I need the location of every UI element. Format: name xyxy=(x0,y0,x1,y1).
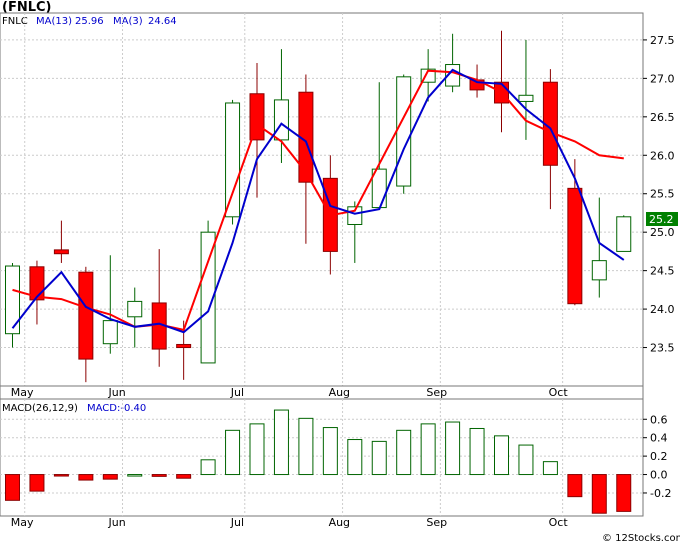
price-tick-label: 24.0 xyxy=(650,303,675,316)
macd-month-label: Jun xyxy=(108,516,126,529)
macd-tick-label: -0.2 xyxy=(650,487,671,500)
macd-bar-negative xyxy=(567,474,583,498)
ma3-label: MA(3) xyxy=(113,16,143,27)
macd-bar-positive xyxy=(225,429,241,476)
price-tick-label: 27.0 xyxy=(650,72,675,85)
macd-month-label: Jul xyxy=(230,516,244,529)
macd-bar-positive xyxy=(298,417,314,476)
candlestick-series xyxy=(5,30,632,383)
macd-tick-label: 0.2 xyxy=(650,450,668,463)
price-month-label: Jul xyxy=(230,386,244,399)
macd-bar-negative xyxy=(29,474,45,492)
macd-y-axis: -0.2 0.0 0.2 0.4 0.6 xyxy=(643,413,671,500)
ma3-value: 24.64 xyxy=(148,16,177,27)
macd-bar-negative xyxy=(151,474,167,477)
macd-month-label: May xyxy=(11,516,34,529)
macd-bar-positive xyxy=(469,427,485,476)
stock-chart: (FNLC) FNLC MA(13) 25.96 MA(3) 24.64 23.… xyxy=(0,0,680,544)
price-tick-label: 25.0 xyxy=(650,226,675,239)
price-month-label: Oct xyxy=(549,386,569,399)
price-tick-label: 26.0 xyxy=(650,149,675,162)
price-x-axis: May Jun Jul Aug Sep Oct xyxy=(11,386,569,399)
macd-bar-positive xyxy=(518,444,534,476)
macd-bar-positive xyxy=(542,461,558,476)
price-month-label: Jun xyxy=(108,386,126,399)
macd-month-label: Oct xyxy=(549,516,569,529)
macd-bar-positive xyxy=(420,423,436,476)
macd-bar-negative xyxy=(616,474,632,512)
candle-up xyxy=(518,94,534,102)
macd-bar-negative xyxy=(5,474,20,501)
macd-histogram xyxy=(5,409,632,514)
macd-bar-positive xyxy=(494,435,509,476)
ticker-label: FNLC xyxy=(2,16,28,27)
macd-label: MACD(26,12,9) xyxy=(2,403,78,414)
macd-bar-positive xyxy=(396,429,412,476)
last-price-badge-text: 25.2 xyxy=(649,213,674,226)
macd-bar-positive xyxy=(249,423,265,476)
site-credit: © 12Stocks.com xyxy=(602,533,680,544)
macd-bar-positive xyxy=(371,440,387,476)
candle-down xyxy=(249,93,265,141)
price-y-axis: 23.5 24.0 24.5 25.0 25.5 26.0 26.5 27.0 27.5 xyxy=(643,34,675,355)
macd-tick-label: 0.6 xyxy=(650,413,668,426)
price-month-label: Sep xyxy=(426,386,447,399)
macd-tick-label: 0.4 xyxy=(650,432,668,445)
price-tick-label: 24.5 xyxy=(650,265,675,278)
price-month-label: Aug xyxy=(329,386,350,399)
macd-bar-positive xyxy=(127,474,143,477)
ma13-line xyxy=(12,69,624,332)
candle-down xyxy=(176,343,192,349)
macd-bar-negative xyxy=(176,474,192,479)
candle-up xyxy=(102,320,118,345)
price-tick-label: 26.5 xyxy=(650,111,675,124)
macd-tick-label: 0.0 xyxy=(650,469,668,482)
price-tick-label: 27.5 xyxy=(650,34,675,47)
price-x-axis-strip xyxy=(0,385,644,400)
ma3-line xyxy=(11,68,625,334)
price-month-label: May xyxy=(11,386,34,399)
candle-up xyxy=(273,99,289,141)
candle-up xyxy=(616,216,632,252)
macd-value-label: MACD:-0.40 xyxy=(87,403,146,414)
candle-down xyxy=(53,249,69,255)
macd-bar-positive xyxy=(445,421,461,476)
macd-bar-negative xyxy=(591,474,607,514)
macd-bar-negative xyxy=(53,474,69,477)
macd-bar-positive xyxy=(273,409,289,476)
macd-month-label: Aug xyxy=(329,516,350,529)
candle-down xyxy=(78,271,94,360)
macd-bar-positive xyxy=(347,439,363,476)
candle-up xyxy=(127,300,143,318)
price-tick-label: 25.5 xyxy=(650,188,675,201)
price-tick-label: 23.5 xyxy=(650,342,675,355)
macd-bar-negative xyxy=(78,474,94,481)
ma13-label: MA(13) xyxy=(36,16,72,27)
macd-grid xyxy=(0,399,643,516)
macd-bar-positive xyxy=(200,459,216,476)
candle-down xyxy=(567,187,583,305)
macd-bar-positive xyxy=(322,427,338,476)
candle-up xyxy=(591,260,607,281)
ma13-value: 25.96 xyxy=(75,16,104,27)
macd-x-axis: May Jun Jul Aug Sep Oct xyxy=(11,516,569,529)
candle-up xyxy=(396,76,412,187)
candle-up xyxy=(225,102,241,218)
macd-month-label: Sep xyxy=(426,516,447,529)
macd-bar-negative xyxy=(102,474,118,480)
macd-panel-frame xyxy=(0,398,644,517)
